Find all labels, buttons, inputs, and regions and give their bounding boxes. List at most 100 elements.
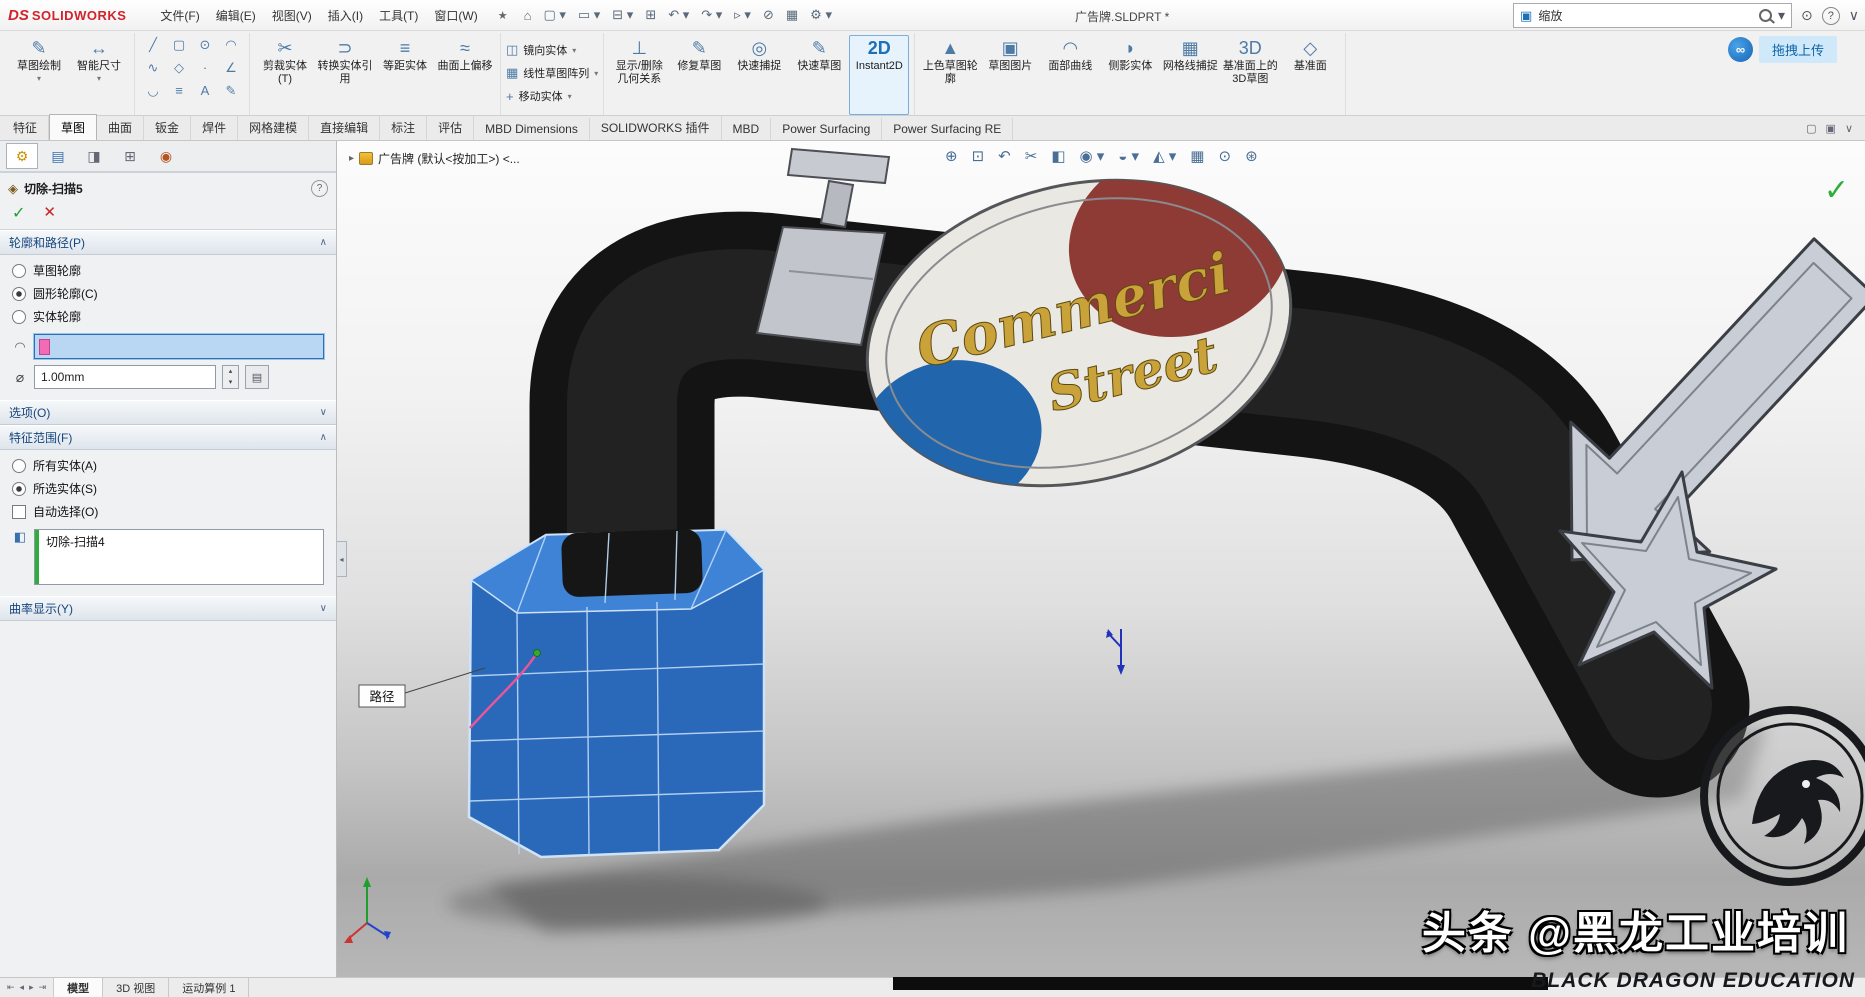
command-tab[interactable]: Power Surfacing RE <box>882 118 1013 140</box>
pin-icon[interactable]: ★ <box>498 9 508 22</box>
spin-down-icon[interactable]: ▾ <box>223 377 238 388</box>
search-box[interactable]: ▣ 缩放 ▾ <box>1513 3 1792 28</box>
heads-up-icon[interactable]: ⊛ <box>1245 147 1258 165</box>
diameter-input[interactable]: 1.00mm <box>34 365 216 389</box>
menu-item[interactable]: 窗口(W) <box>426 4 485 27</box>
quick-access-icon[interactable]: ▹ ▾ <box>734 7 751 23</box>
feature-scope-list[interactable]: 切除-扫描4 <box>34 529 324 585</box>
ribbon-button[interactable]: ◇ 基准面 <box>1280 35 1340 115</box>
sheet-nav-icon[interactable]: ▸ <box>29 982 34 993</box>
quick-access-icon[interactable]: ⊘ <box>763 7 774 23</box>
sketch-entity-icon[interactable]: ⊙ <box>192 37 218 53</box>
command-tab[interactable]: MBD Dimensions <box>474 118 590 140</box>
panel-tab-icon[interactable]: ▤ <box>42 143 74 169</box>
help-icon[interactable]: ? <box>1822 7 1840 25</box>
section-header-curvature[interactable]: 曲率显示(Y) ∨ <box>0 596 336 621</box>
panel-tab-icon[interactable]: ◉ <box>150 143 182 169</box>
drag-upload-button[interactable]: ∞ 拖拽上传 <box>1728 36 1837 63</box>
sketch-entity-icon[interactable]: ∠ <box>218 60 244 76</box>
ribbon-button[interactable]: ✎ 草图绘制 ▾ <box>9 35 69 115</box>
quick-access-icon[interactable]: ▭ ▾ <box>578 7 600 23</box>
ribbon-row-button[interactable]: ◫ 镜向实体 ▾ <box>506 42 576 58</box>
heads-up-icon[interactable]: ◭ ▾ <box>1153 147 1176 165</box>
tabstrip-control-icon[interactable]: ▢ <box>1806 122 1816 135</box>
sketch-entity-icon[interactable]: ◇ <box>166 60 192 76</box>
tabstrip-control-icon[interactable]: ∨ <box>1845 122 1853 135</box>
ribbon-button[interactable]: ✎ 修复草图 <box>669 35 729 115</box>
model-sign[interactable]: Commerci Street <box>806 141 1340 535</box>
radio-all-bodies[interactable]: 所有实体(A) <box>12 457 324 474</box>
feature-tree-flyout[interactable]: ▸ 广告牌 (默认<按加工>) <... <box>349 150 520 167</box>
ribbon-button[interactable]: ◎ 快速捕捉 <box>729 35 789 115</box>
tabstrip-control-icon[interactable]: ▣ <box>1826 122 1836 135</box>
heads-up-icon[interactable]: ▦ <box>1190 147 1204 165</box>
path-endpoint[interactable] <box>534 650 541 657</box>
expand-icon[interactable]: ∨ <box>320 603 327 614</box>
cancel-button[interactable]: ✕ <box>43 203 56 223</box>
sheet-nav-icon[interactable]: ⇤ <box>7 982 15 993</box>
sketch-entity-icon[interactable]: ∿ <box>140 60 166 76</box>
collapse-icon[interactable]: ∧ <box>320 237 327 248</box>
heads-up-icon[interactable]: ⊙ <box>1218 147 1231 165</box>
menu-item[interactable]: 文件(F) <box>152 4 207 27</box>
ok-button[interactable]: ✓ <box>12 203 25 223</box>
sheet-tab[interactable]: 模型 <box>54 978 103 997</box>
path-selection-box[interactable] <box>34 334 324 359</box>
quick-access-icon[interactable]: ⊟ ▾ <box>612 7 633 23</box>
ribbon-button[interactable]: ✂ 剪裁实体(T) <box>255 35 315 115</box>
section-header-feature-scope[interactable]: 特征范围(F) ∧ <box>0 425 336 450</box>
ribbon-row-button[interactable]: + 移动实体 ▾ <box>506 88 572 104</box>
command-tab[interactable]: 直接编辑 <box>309 115 380 140</box>
ribbon-button[interactable]: ≡ 等距实体 <box>375 35 435 115</box>
command-tab[interactable]: SOLIDWORKS 插件 <box>590 115 722 140</box>
menu-item[interactable]: 插入(I) <box>320 4 371 27</box>
collapse-icon[interactable]: ∧ <box>320 432 327 443</box>
ribbon-button[interactable]: 3D 基准面上的3D草图 <box>1220 35 1280 115</box>
panel-tab-icon[interactable]: ⊞ <box>114 143 146 169</box>
heads-up-icon[interactable]: ↶ <box>998 147 1011 165</box>
command-tab[interactable]: 网格建模 <box>238 115 309 140</box>
quick-access-icon[interactable]: ▦ <box>786 7 798 23</box>
search-caret-icon[interactable]: ▾ <box>1778 7 1785 24</box>
sketch-entity-icon[interactable]: ◡ <box>140 83 166 99</box>
heads-up-icon[interactable]: ⊡ <box>972 147 985 165</box>
quick-access-icon[interactable]: ↶ ▾ <box>668 7 689 23</box>
ribbon-button[interactable]: ▦ 网格线捕捉 <box>1160 35 1220 115</box>
sketch-entity-icon[interactable]: ╱ <box>140 37 166 53</box>
sketch-entity-icon[interactable]: ◠ <box>218 37 244 53</box>
sketch-entity-icon[interactable]: A <box>192 83 218 98</box>
section-header-profile-path[interactable]: 轮廓和路径(P) ∧ <box>0 230 336 255</box>
command-tab[interactable]: MBD <box>722 118 772 140</box>
graphics-viewport[interactable]: ▸ 广告牌 (默认<按加工>) <... ⊕⊡↶✂◧◉ ▾◒ ▾◭ ▾▦⊙⊛ ✓… <box>337 141 1865 977</box>
heads-up-icon[interactable]: ✂ <box>1025 147 1038 165</box>
quick-access-icon[interactable]: ↷ ▾ <box>701 7 722 23</box>
sketch-entity-icon[interactable]: · <box>192 60 218 75</box>
heads-up-icon[interactable]: ◧ <box>1051 147 1065 165</box>
radio-selected-bodies[interactable]: 所选实体(S) <box>12 480 324 497</box>
section-header-options[interactable]: 选项(O) ∨ <box>0 400 336 425</box>
flyout-arrow-icon[interactable]: ▸ <box>349 153 354 164</box>
panel-tab-icon[interactable]: ◨ <box>78 143 110 169</box>
pm-help-icon[interactable]: ? <box>311 180 328 197</box>
sketch-entity-icon[interactable]: ✎ <box>218 83 244 99</box>
ribbon-row-button[interactable]: ▦ 线性草图阵列 ▾ <box>506 65 598 81</box>
sheet-tab[interactable]: 3D 视图 <box>103 978 169 997</box>
quick-access-icon[interactable]: ▢ ▾ <box>543 7 565 23</box>
search-icon[interactable] <box>1759 9 1772 22</box>
ribbon-button[interactable]: ✎ 快速草图 <box>789 35 849 115</box>
radio-sketch-profile[interactable]: 草图轮廓 <box>12 262 324 279</box>
radio-circular-profile[interactable]: 圆形轮廓(C) <box>12 285 324 302</box>
command-tab[interactable]: 钣金 <box>144 115 191 140</box>
command-tab[interactable]: 草图 <box>49 114 97 140</box>
command-tab[interactable]: 焊件 <box>191 115 238 140</box>
command-tab[interactable]: 曲面 <box>97 115 144 140</box>
search-input[interactable]: 缩放 <box>1538 7 1753 24</box>
panel-splitter-handle[interactable]: ◂ <box>337 541 347 577</box>
heads-up-icon[interactable]: ◒ ▾ <box>1118 147 1139 165</box>
heads-up-icon[interactable]: ⊕ <box>945 147 958 165</box>
checkbox-auto-select[interactable]: 自动选择(O) <box>12 503 324 520</box>
ribbon-button[interactable]: ↔ 智能尺寸 ▾ <box>69 35 129 115</box>
menu-item[interactable]: 编辑(E) <box>208 4 264 27</box>
command-tab[interactable]: 评估 <box>427 115 474 140</box>
expand-icon[interactable]: ∨ <box>320 407 327 418</box>
